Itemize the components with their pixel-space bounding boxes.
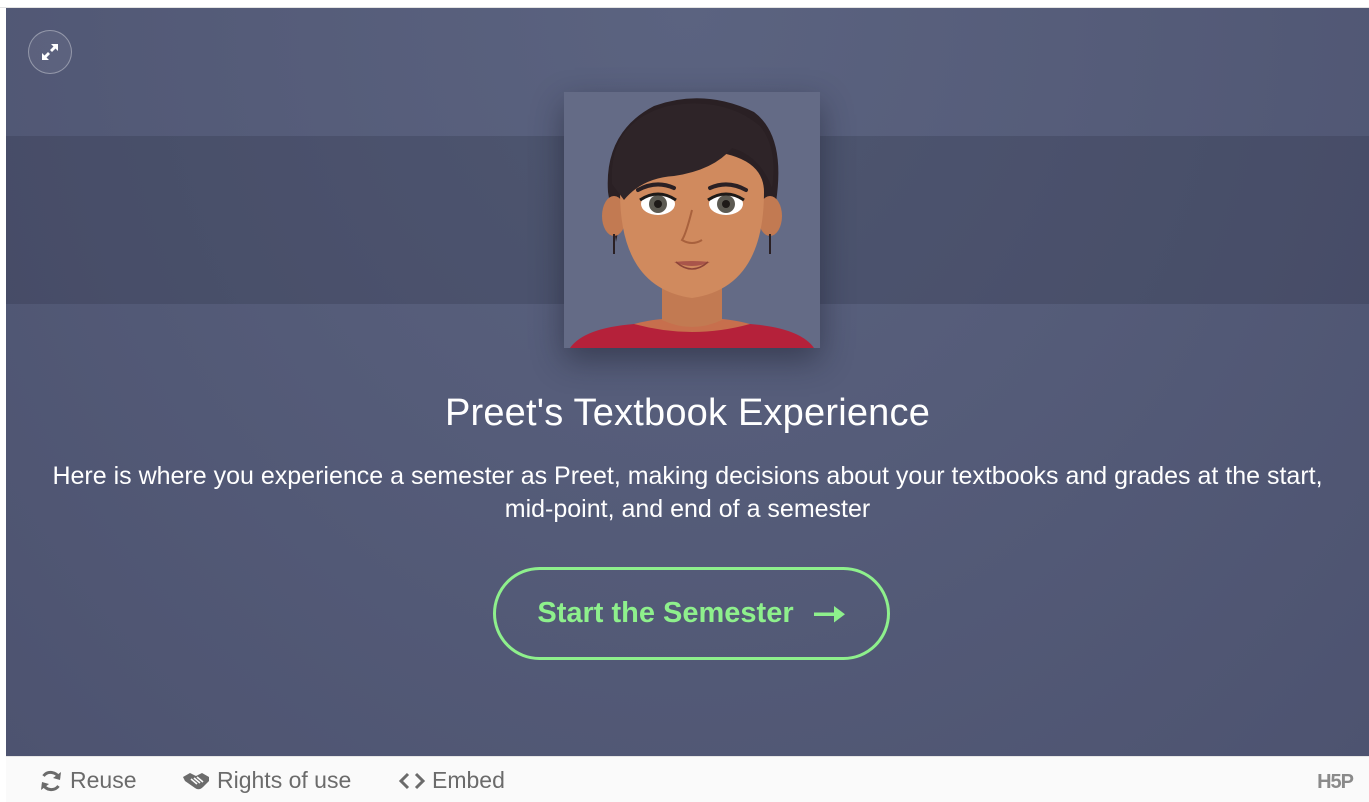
- h5p-content-frame: Preet's Textbook Experience Here is wher…: [6, 8, 1369, 756]
- rights-of-use-label: Rights of use: [217, 767, 352, 793]
- rights-of-use-button[interactable]: Rights of use: [181, 767, 351, 794]
- h5p-actions-bar: Reuse Rights of use Embed H5P: [6, 756, 1369, 802]
- avatar-image: [564, 92, 820, 348]
- arrow-right-icon: [813, 604, 846, 624]
- page-title: Preet's Textbook Experience: [444, 392, 931, 434]
- h5p-logo[interactable]: H5P: [1317, 771, 1354, 794]
- preet-avatar: [570, 98, 814, 348]
- start-button-label: Start the Semester: [537, 597, 794, 629]
- start-semester-button[interactable]: Start the Semester: [493, 567, 890, 660]
- embed-label: Embed: [432, 767, 505, 793]
- reuse-label: Reuse: [70, 767, 137, 793]
- embed-button[interactable]: Embed: [398, 767, 505, 794]
- handshake-icon: [181, 769, 211, 793]
- expand-icon: [42, 44, 58, 60]
- reuse-button[interactable]: Reuse: [38, 767, 136, 794]
- refresh-icon: [38, 768, 64, 794]
- fullscreen-button[interactable]: [28, 30, 72, 74]
- top-border: [0, 0, 1369, 8]
- code-icon: [398, 771, 426, 791]
- intro-description: Here is where you experience a semester …: [52, 462, 1323, 523]
